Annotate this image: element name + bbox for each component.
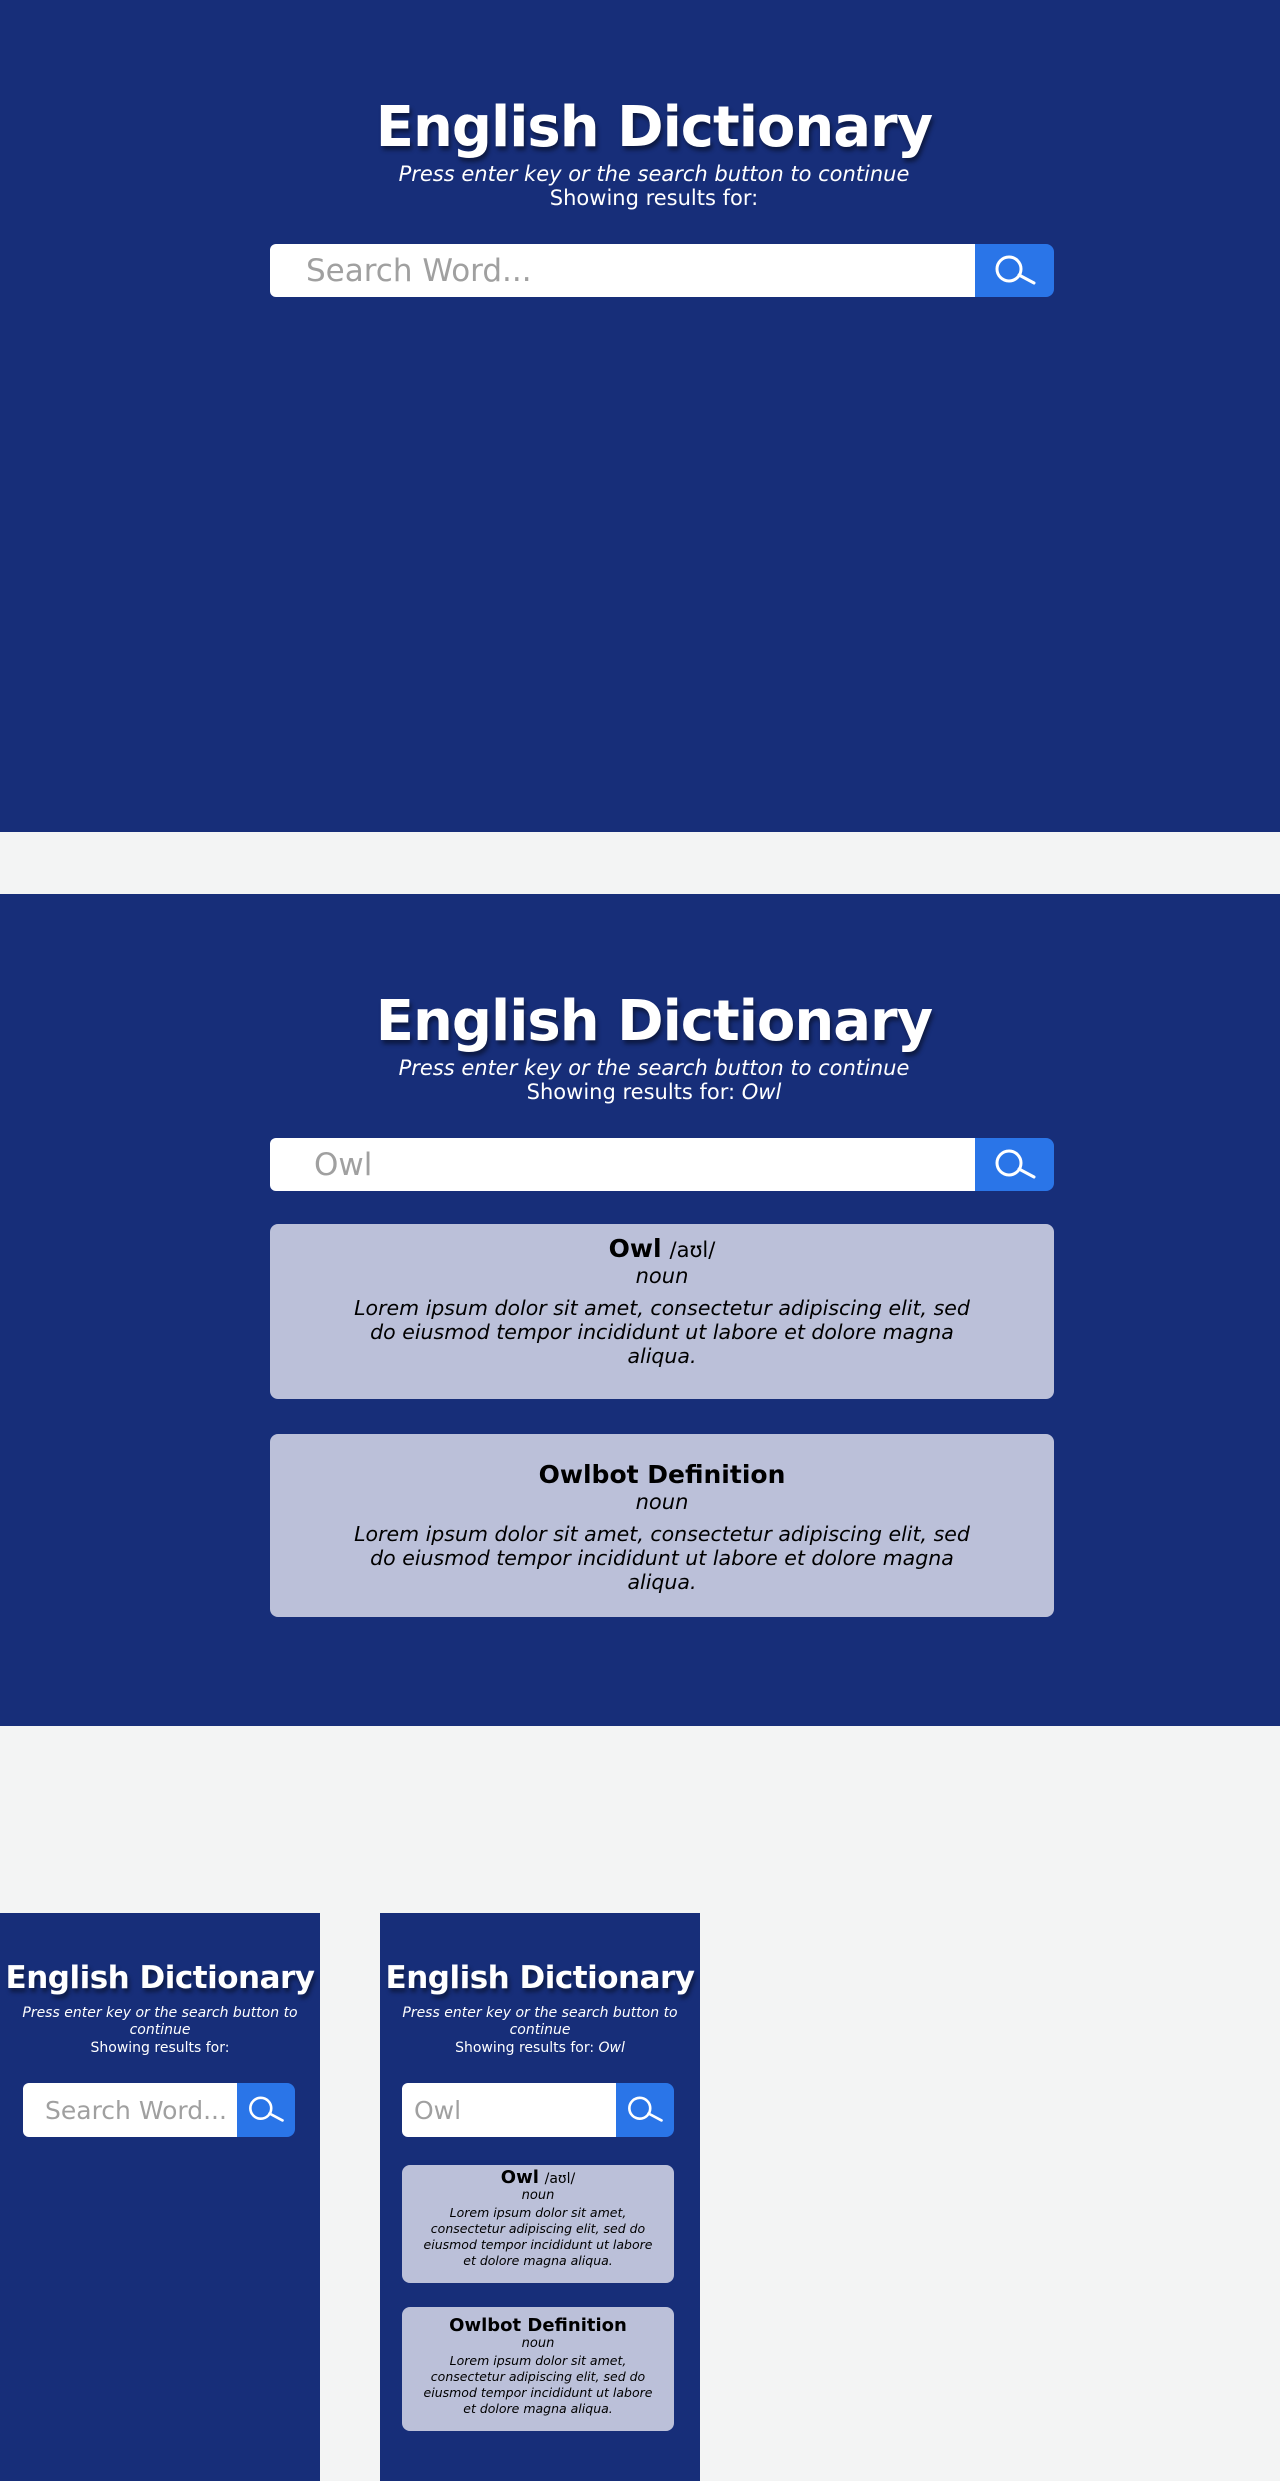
part-of-speech: noun <box>521 2336 555 2351</box>
search-icon <box>995 255 1035 284</box>
entry-heading: Owl /aʊl/ <box>402 2167 674 2188</box>
search-button[interactable] <box>975 1138 1054 1191</box>
definition-text: Lorem ipsum dolor sit amet, consectetur … <box>354 1296 970 1368</box>
owlbot-card: Owlbot Definition noun Lorem ipsum dolor… <box>402 2307 674 2431</box>
definition-card: Owl /aʊl/ noun Lorem ipsum dolor sit ame… <box>270 1224 1054 1399</box>
entry-phonetic: /aʊl/ <box>544 2171 576 2187</box>
search-icon <box>995 1149 1035 1178</box>
entry-word: Owl <box>500 2167 539 2188</box>
page-title: English Dictionary <box>385 1960 695 1996</box>
owlbot-card: Owlbot Definition noun Lorem ipsum dolor… <box>270 1434 1054 1617</box>
definition-text: Lorem ipsum dolor sit amet, consectetur … <box>354 1522 970 1594</box>
search-icon <box>249 2096 284 2122</box>
search-input[interactable]: Search Word... <box>270 244 975 297</box>
results-label: Showing results for: <box>0 186 1280 210</box>
search-input[interactable]: Search Word... <box>23 2083 237 2137</box>
page-title: English Dictionary <box>375 95 933 160</box>
mobile-empty-view: English Dictionary Press enter key or th… <box>0 1913 320 2481</box>
instruction-text: Press enter key or the search button to … <box>398 1056 910 1080</box>
search-button[interactable] <box>616 2083 674 2137</box>
definition-card: Owl /aʊl/ noun Lorem ipsum dolor sit ame… <box>402 2165 674 2283</box>
instruction-text: Press enter key or the search button to … <box>22 2005 298 2038</box>
definition-text: Lorem ipsum dolor sit amet, consectetur … <box>423 2205 653 2268</box>
search-input[interactable]: Owl <box>270 1138 975 1191</box>
results-prefix: Showing results for: <box>549 186 759 210</box>
page-title: English Dictionary <box>5 1960 315 1996</box>
search-bar: Search Word... <box>270 244 1054 297</box>
page-title: English Dictionary <box>375 989 933 1054</box>
search-bar: Owl <box>402 2083 674 2137</box>
search-bar: Search Word... <box>23 2083 295 2137</box>
search-button[interactable] <box>237 2083 295 2137</box>
results-label: Showing results for: Owl <box>0 1080 1280 1104</box>
search-bar: Owl <box>270 1138 1054 1191</box>
instruction-text: Press enter key or the search button to … <box>402 2005 678 2038</box>
results-label: Showing results for: Owl <box>380 2040 700 2056</box>
instruction-text: Press enter key or the search button to … <box>398 162 910 186</box>
search-button[interactable] <box>975 244 1054 297</box>
entry-phonetic: /aʊl/ <box>669 1238 716 1262</box>
definition-text: Lorem ipsum dolor sit amet, consectetur … <box>423 2353 653 2416</box>
mobile-results-view: English Dictionary Press enter key or th… <box>380 1913 700 2481</box>
owlbot-title: Owlbot Definition <box>449 2315 627 2336</box>
results-prefix: Showing results for: <box>526 1080 736 1104</box>
part-of-speech: noun <box>635 1264 689 1288</box>
entry-heading: Owl /aʊl/ <box>270 1234 1054 1263</box>
owlbot-title: Owlbot Definition <box>538 1460 786 1489</box>
entry-word: Owl <box>608 1234 662 1263</box>
desktop-results-view: English Dictionary Press enter key or th… <box>0 894 1280 1726</box>
results-label: Showing results for: <box>0 2040 320 2056</box>
results-query: Owl <box>598 2040 625 2056</box>
results-prefix: Showing results for: <box>455 2040 595 2056</box>
desktop-empty-view: English Dictionary Press enter key or th… <box>0 0 1280 832</box>
search-input[interactable]: Owl <box>402 2083 616 2137</box>
search-icon <box>628 2096 663 2122</box>
results-prefix: Showing results for: <box>90 2040 230 2056</box>
part-of-speech: noun <box>521 2188 555 2203</box>
results-query: Owl <box>741 1080 782 1104</box>
part-of-speech: noun <box>635 1490 689 1514</box>
